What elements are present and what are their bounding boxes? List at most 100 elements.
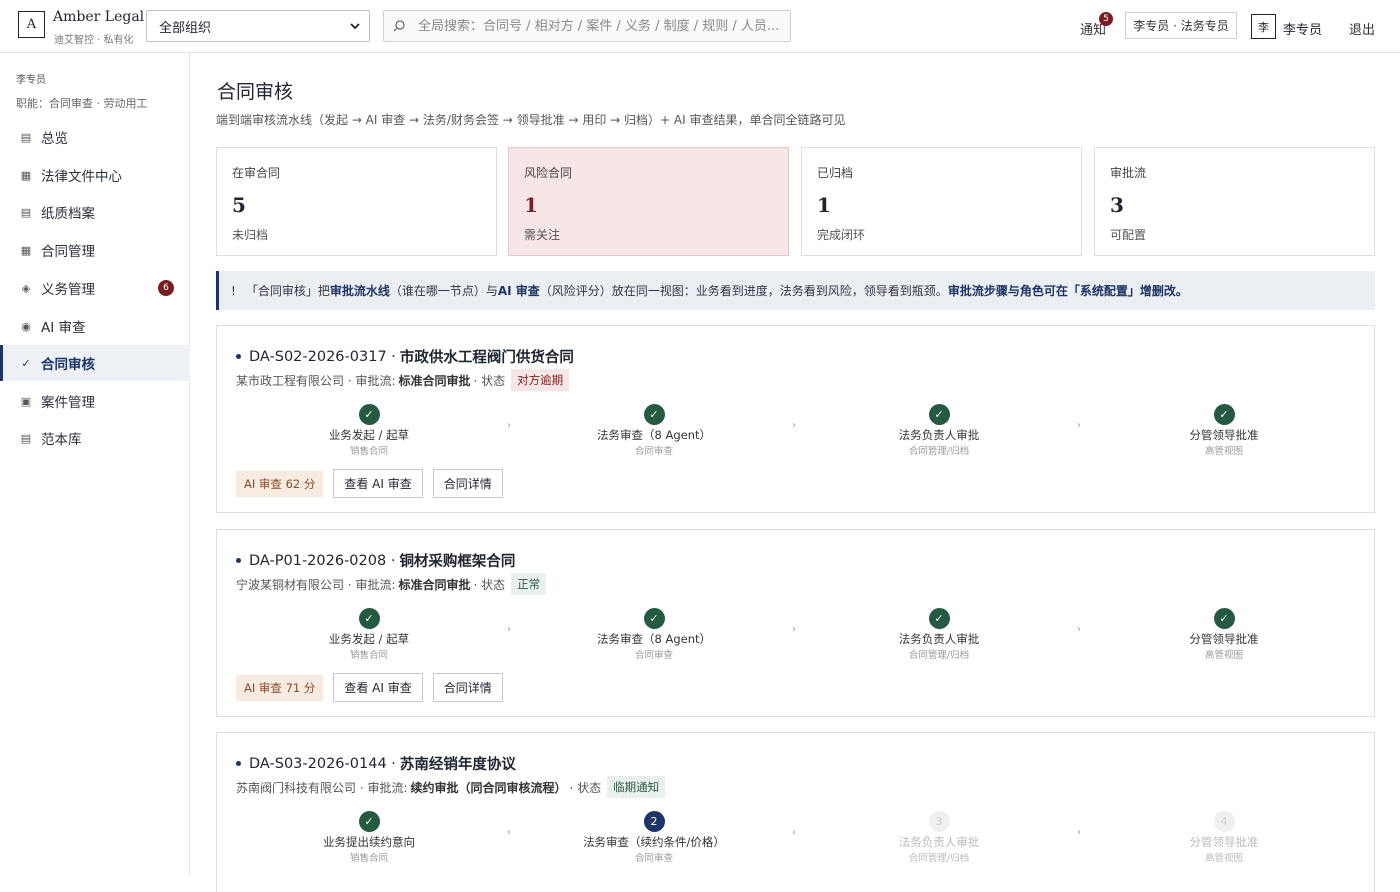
workflow-name: 续约审批（同合同审核流程）	[410, 780, 567, 795]
contract-name: 市政供水工程阀门供货合同	[399, 350, 574, 366]
search-input[interactable]	[418, 18, 778, 34]
stat-card-in-review[interactable]: 在审合同 5 未归档	[216, 147, 497, 256]
banner-text: 「合同审核」把	[245, 284, 330, 298]
stat-note: 可配置	[1110, 228, 1147, 242]
sidebar-item-legal-docs[interactable]: ▦ 法律文件中心	[0, 157, 190, 193]
brand-name: Amber Legal	[53, 9, 145, 25]
pipeline-step: ✓ 法务负责人审批 合同管理/归档	[839, 404, 1039, 457]
status-prefix: · 状态	[473, 373, 506, 388]
list-icon: ▤	[20, 431, 32, 445]
pipeline-step: ✓ 业务发起 / 起草 销售合同	[269, 404, 469, 457]
sidebar-item-label: AI 审查	[41, 320, 86, 336]
status-badge: 正常	[511, 573, 547, 595]
sidebar-item-label: 合同审核	[41, 357, 95, 373]
step-name: 法务审查（8 Agent）	[596, 428, 711, 442]
step-name: 法务负责人审批	[898, 632, 980, 646]
step-sub: 合同管理/归档	[908, 650, 970, 661]
check-icon: ✓	[358, 404, 380, 425]
step-sub: 合同审查	[634, 650, 673, 661]
contract-title[interactable]: DA-P01-2026-0208 · 铜材采购框架合同	[236, 550, 515, 571]
stat-card-risk[interactable]: 风险合同 1 需关注	[508, 147, 789, 256]
global-search[interactable]	[383, 10, 791, 42]
stat-value: 1	[524, 193, 538, 217]
banner-text: （谁在哪一节点）与	[389, 284, 498, 298]
page-subtitle: 端到端审核流水线（发起 → AI 审查 → 法务/财务会签 → 领导批准 → 用…	[216, 113, 846, 127]
sidebar-item-obligations[interactable]: ◈ 义务管理 6	[0, 270, 190, 306]
step-number-icon: 4	[1213, 811, 1235, 832]
ai-score-badge: AI 审查 62 分	[236, 470, 324, 497]
banner-bold: 审批流步骤与角色可在「系统配置」增删改。	[947, 284, 1188, 298]
step-sub: 高管视图	[1204, 446, 1243, 457]
pipeline-step: ✓ 法务审查（8 Agent） 合同审查	[554, 608, 754, 661]
sidebar: 李专员 职能：合同审查 · 劳动用工 ▤ 总览 ▦ 法律文件中心 ▤ 纸质档案 …	[0, 53, 190, 875]
contract-title[interactable]: DA-S02-2026-0317 · 市政供水工程阀门供货合同	[236, 346, 574, 367]
contract-card: DA-P01-2026-0208 · 铜材采购框架合同 宁波某铜材有限公司 · …	[216, 529, 1375, 717]
sidebar-item-overview[interactable]: ▤ 总览	[0, 119, 190, 155]
card-actions: AI 审查 71 分 查看 AI 审查 合同详情	[236, 673, 513, 702]
sidebar-item-paper-archive[interactable]: ▤ 纸质档案	[0, 194, 190, 230]
counterparty: 苏南阀门科技有限公司 · 审批流:	[236, 780, 408, 795]
pipeline-step-pending: 3 法务负责人审批 合同管理/归档	[839, 811, 1039, 864]
workflow-name: 标准合同审批	[398, 577, 471, 592]
chevron-right-icon: ›	[792, 420, 796, 431]
sidebar-item-cases[interactable]: ▣ 案件管理	[0, 383, 190, 419]
sidebar-item-templates[interactable]: ▤ 范本库	[0, 420, 190, 456]
diamond-icon: ◈	[21, 281, 31, 295]
sidebar-item-ai-review[interactable]: ◉ AI 审查	[0, 308, 190, 344]
stat-value: 1	[817, 193, 831, 217]
pipeline-step: ✓ 法务负责人审批 合同管理/归档	[839, 608, 1039, 661]
contract-card: DA-S03-2026-0144 · 苏南经销年度协议 苏南阀门科技有限公司 ·…	[216, 732, 1375, 892]
grid-icon: ▦	[20, 168, 32, 182]
logout-button[interactable]: 退出	[1349, 19, 1375, 38]
view-ai-review-button[interactable]: 查看 AI 审查	[333, 469, 423, 498]
sidebar-role: 职能：合同审查 · 劳动用工	[16, 97, 148, 110]
step-name: 分管领导批准	[1189, 632, 1259, 646]
contract-detail-button[interactable]: 合同详情	[432, 673, 503, 702]
step-sub: 销售合同	[349, 650, 388, 661]
page-title: 合同审核	[217, 81, 294, 103]
pipeline-step: ✓ 业务发起 / 起草 销售合同	[269, 608, 469, 661]
check-icon: ✓	[358, 811, 380, 832]
banner-bold: 审批流水线	[329, 284, 390, 298]
stat-card-workflows[interactable]: 审批流 3 可配置	[1094, 147, 1375, 256]
chevron-right-icon: ›	[507, 827, 511, 838]
stat-card-archived[interactable]: 已归档 1 完成闭环	[801, 147, 1082, 256]
contract-detail-button[interactable]: 合同详情	[432, 469, 503, 498]
chevron-right-icon: ›	[1077, 420, 1081, 431]
contract-title[interactable]: DA-S03-2026-0144 · 苏南经销年度协议	[236, 753, 516, 774]
status-prefix: · 状态	[473, 577, 506, 592]
contract-code: DA-P01-2026-0208 ·	[249, 552, 396, 569]
step-name: 业务提出续约意向	[323, 835, 415, 849]
check-icon: ✓	[358, 608, 380, 629]
stat-value: 3	[1110, 193, 1124, 217]
stat-note: 完成闭环	[817, 228, 866, 242]
organization-select-value: 全部组织	[159, 20, 212, 36]
chevron-right-icon: ›	[1077, 827, 1081, 838]
pipeline-step-pending: 4 分管领导批准 高管视图	[1124, 811, 1324, 864]
sidebar-item-contract-approval[interactable]: ✓ 合同审核	[0, 345, 190, 381]
check-icon: ✓	[1213, 404, 1235, 425]
sidebar-item-contracts[interactable]: ▦ 合同管理	[0, 232, 190, 268]
approval-pipeline: ✓ 业务提出续约意向 销售合同 › 2 法务审查（续约条件/价格） 合同审查 ›…	[217, 811, 1376, 871]
role-switcher[interactable]: 李专员 · 法务专员	[1125, 12, 1237, 39]
sidebar-item-label: 案件管理	[41, 395, 95, 411]
sidebar-item-label: 总览	[41, 131, 68, 147]
avatar[interactable]: 李	[1251, 14, 1276, 39]
view-ai-review-button[interactable]: 查看 AI 审查	[333, 673, 423, 702]
check-icon: ✓	[928, 608, 950, 629]
step-name: 法务审查（8 Agent）	[596, 632, 711, 646]
step-name: 业务发起 / 起草	[328, 632, 410, 646]
banner-text: （风险评分）放在同一视图：业务看到进度，法务看到风险，领导看到瓶颈。	[539, 284, 948, 298]
organization-select[interactable]: 全部组织	[146, 10, 370, 42]
bullet-icon	[236, 761, 241, 766]
step-name: 分管领导批准	[1189, 428, 1259, 442]
user-name[interactable]: 李专员	[1283, 19, 1322, 38]
step-sub: 高管视图	[1204, 853, 1243, 864]
step-name: 法务负责人审批	[898, 428, 980, 442]
contract-name: 铜材采购框架合同	[399, 554, 516, 570]
step-sub: 合同管理/归档	[908, 446, 970, 457]
ai-score-badge: AI 审查 71 分	[236, 674, 324, 701]
list-icon: ▤	[20, 130, 32, 144]
step-name: 业务发起 / 起草	[328, 428, 410, 442]
bullet-icon	[236, 558, 241, 563]
